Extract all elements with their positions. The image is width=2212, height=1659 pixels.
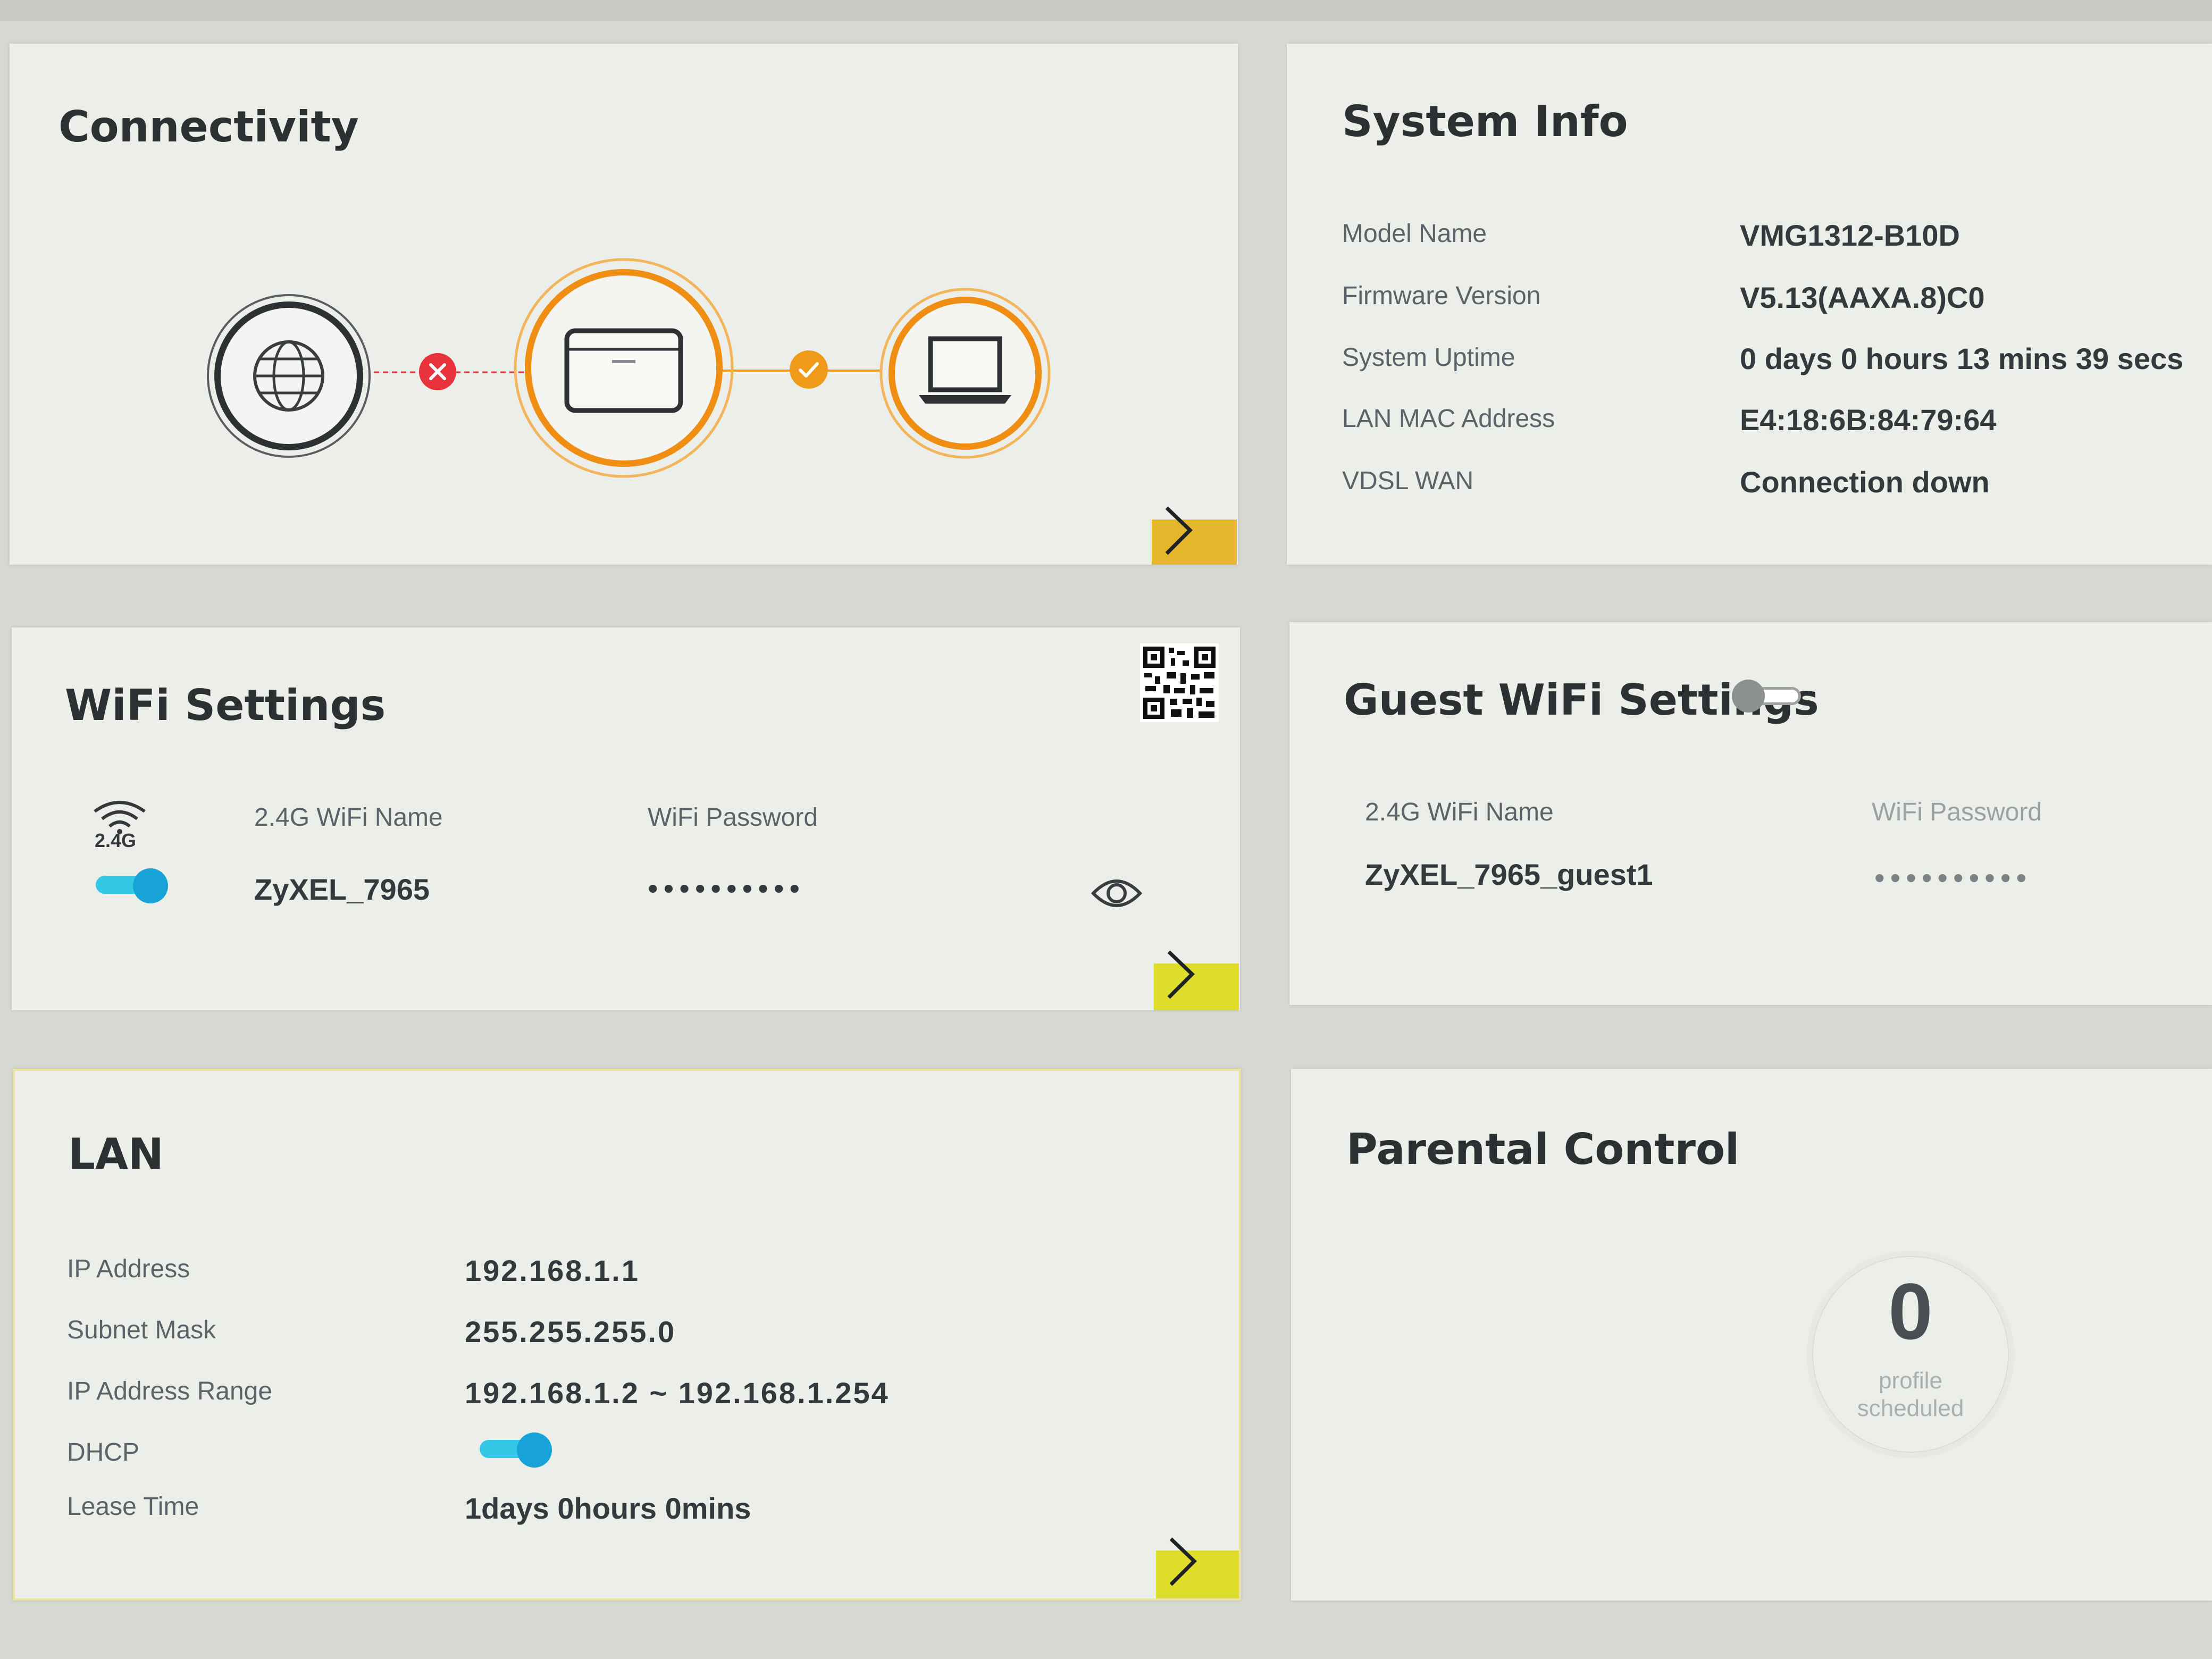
wifi-password-value: •••••••••• [648, 872, 806, 905]
lease-time-label: Lease Time [67, 1493, 199, 1521]
system-info-card: System Info Model Name VMG1312-B10D Firm… [1287, 44, 2212, 565]
guest-wifi-password-label: WiFi Password [1872, 798, 2042, 826]
subnet-mask-value: 255.255.255.0 [465, 1315, 676, 1348]
lease-time-value: 1days 0hours 0mins [465, 1492, 751, 1525]
ip-address-label: IP Address [67, 1255, 190, 1283]
chevron-right-icon [1167, 950, 1195, 999]
dhcp-label: DHCP [67, 1438, 140, 1467]
guest-toggle-knob [1732, 680, 1765, 713]
connectivity-more-button[interactable] [1152, 506, 1237, 565]
lan-more-button[interactable] [1156, 1537, 1239, 1598]
qr-code-icon[interactable] [1140, 643, 1219, 722]
lan-title: LAN [68, 1129, 164, 1179]
parental-control-card: Parental Control 0 profile scheduled [1291, 1069, 2212, 1601]
wifi-password-label: WiFi Password [648, 803, 818, 832]
vdsl-wan-label: VDSL WAN [1342, 467, 1474, 495]
ip-address-value: 192.168.1.1 [465, 1254, 640, 1287]
model-name-value: VMG1312-B10D [1740, 219, 1960, 252]
dhcp-toggle[interactable] [480, 1432, 554, 1468]
firmware-version-label: Firmware Version [1342, 282, 1541, 310]
parental-control-title: Parental Control [1346, 1125, 1740, 1174]
internet-globe-icon [207, 294, 371, 458]
wifi-settings-card: WiFi Settings 2.4G 2.4G WiFi Name ZyXEL_… [12, 627, 1240, 1010]
guest-wifi-name-label: 2.4G WiFi Name [1365, 798, 1554, 826]
system-info-title: System Info [1342, 97, 1628, 146]
vdsl-wan-value: Connection down [1740, 465, 1990, 499]
chevron-right-icon [1165, 506, 1193, 555]
guest-wifi-password-value: •••••••••• [1874, 861, 2032, 894]
system-uptime-value: 0 days 0 hours 13 mins 39 secs [1740, 342, 2184, 375]
connectivity-card: Connectivity [10, 44, 1238, 565]
profile-count-caption-line2: scheduled [1857, 1395, 1964, 1421]
laptop-icon [879, 288, 1051, 459]
firmware-version-value: V5.13(AAXA.8)C0 [1740, 281, 1985, 314]
wifi-band-label: 2.4G [95, 830, 137, 851]
profile-count-ring: 0 profile scheduled [1807, 1251, 2014, 1458]
system-uptime-label: System Uptime [1342, 343, 1515, 372]
lan-ok-icon [790, 350, 828, 389]
wifi-toggle-knob [133, 868, 168, 903]
wifi-enable-toggle[interactable] [96, 868, 170, 903]
wifi-name-value: ZyXEL_7965 [254, 873, 430, 906]
connectivity-title: Connectivity [58, 102, 359, 152]
ip-address-range-label: IP Address Range [67, 1377, 273, 1405]
ip-address-range-value: 192.168.1.2 ~ 192.168.1.254 [465, 1376, 890, 1410]
wifi-name-label: 2.4G WiFi Name [254, 803, 443, 832]
dhcp-toggle-knob [517, 1432, 552, 1468]
lan-card: LAN IP Address 192.168.1.1 Subnet Mask 2… [13, 1069, 1241, 1601]
subnet-mask-label: Subnet Mask [67, 1316, 216, 1344]
profile-count-value: 0 [1888, 1267, 1933, 1356]
wifi-settings-title: WiFi Settings [65, 681, 386, 730]
internet-error-icon [419, 353, 456, 390]
wifi-more-button[interactable] [1154, 950, 1239, 1010]
lan-mac-address-label: LAN MAC Address [1342, 405, 1555, 433]
guest-wifi-enable-toggle[interactable] [1732, 680, 1806, 713]
profile-count-caption-line1: profile [1879, 1368, 1942, 1394]
lan-mac-address-value: E4:18:6B:84:79:64 [1740, 403, 1997, 437]
router-icon [514, 258, 734, 478]
guest-wifi-name-value: ZyXEL_7965_guest1 [1365, 858, 1653, 891]
guest-wifi-card: Guest WiFi Settings 2.4G WiFi Name ZyXEL… [1289, 622, 2212, 1005]
model-name-label: Model Name [1342, 220, 1487, 248]
show-password-eye-icon[interactable] [1090, 872, 1143, 915]
browser-tab-strip [0, 0, 2212, 21]
chevron-right-icon [1169, 1537, 1197, 1586]
